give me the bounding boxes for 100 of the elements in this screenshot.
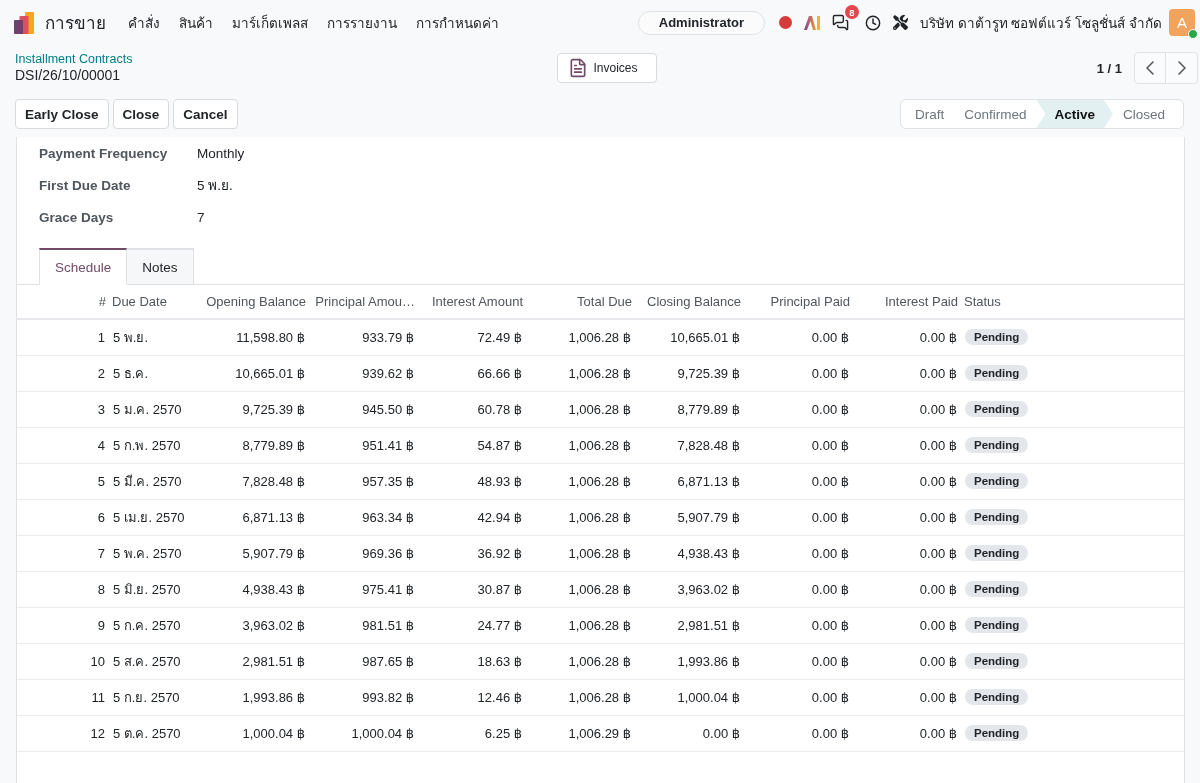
ai-logo-icon[interactable] [804, 15, 820, 30]
table-cell: 6,871.13 ฿ [635, 463, 744, 499]
column-header[interactable]: Interest Amount [418, 285, 526, 319]
table-cell: 9,725.39 ฿ [201, 391, 309, 427]
status-badge: Pending [965, 689, 1029, 705]
table-cell: 0.00 ฿ [853, 499, 961, 535]
table-cell: 30.87 ฿ [418, 571, 526, 607]
app-name[interactable]: การขาย [45, 9, 106, 36]
table-cell: 12 [17, 715, 109, 751]
table-cell: 1,006.28 ฿ [526, 571, 635, 607]
column-header[interactable]: Opening Balance [201, 285, 309, 319]
table-cell: 5 พ.ค. 2570 [109, 535, 201, 571]
table-cell: 4,938.43 ฿ [201, 571, 309, 607]
clock-icon[interactable] [865, 14, 881, 31]
table-cell: 12.46 ฿ [418, 679, 526, 715]
field-value: Monthly [197, 145, 245, 161]
tab[interactable]: Schedule [39, 248, 128, 285]
table-cell: 0.00 ฿ [853, 715, 961, 751]
column-header[interactable]: # [17, 285, 109, 319]
table-cell: 2,981.51 ฿ [635, 607, 744, 643]
status-step[interactable]: Draft [904, 100, 955, 128]
table-cell: 7 [17, 535, 109, 571]
table-cell: 1,006.28 ฿ [526, 643, 635, 679]
table-cell: 951.41 ฿ [309, 427, 418, 463]
table-cell: 1,006.28 ฿ [526, 319, 635, 355]
chevron-left-icon [1146, 61, 1154, 75]
status-step[interactable]: Closed [1112, 100, 1175, 128]
table-cell: 0.00 ฿ [853, 607, 961, 643]
table-cell: 0.00 ฿ [744, 355, 853, 391]
table-cell: 5 [17, 463, 109, 499]
table-cell: 939.62 ฿ [309, 355, 418, 391]
table-cell: 0.00 ฿ [744, 499, 853, 535]
action-button[interactable]: Cancel [173, 99, 238, 129]
table-cell: 8,779.89 ฿ [635, 391, 744, 427]
table-cell: 0.00 ฿ [853, 535, 961, 571]
table-cell: 1,006.28 ฿ [526, 535, 635, 571]
column-header[interactable]: Principal Paid [744, 285, 853, 319]
status-badge: Pending [965, 473, 1029, 489]
column-header[interactable]: Principal Amou… [309, 285, 418, 319]
column-header[interactable]: Interest Paid [853, 285, 961, 319]
table-cell: 5 เม.ย. 2570 [109, 499, 201, 535]
table-cell: 42.94 ฿ [418, 499, 526, 535]
table-cell: 1,006.28 ฿ [526, 679, 635, 715]
table-cell: 0.00 ฿ [853, 463, 961, 499]
column-header[interactable]: Due Date [109, 285, 201, 319]
table-cell: 0.00 ฿ [744, 391, 853, 427]
table-cell: 0.00 ฿ [853, 679, 961, 715]
menu-item[interactable]: สินค้า [169, 11, 222, 34]
status-step[interactable]: Confirmed [954, 100, 1037, 128]
tab[interactable]: Notes [127, 248, 194, 285]
table-cell: 1,006.28 ฿ [526, 355, 635, 391]
table-cell: 4,938.43 ฿ [635, 535, 744, 571]
table-cell: 7,828.48 ฿ [635, 427, 744, 463]
table-cell: 5 มิ.ย. 2570 [109, 571, 201, 607]
column-header[interactable]: Closing Balance [635, 285, 744, 319]
app-logo-icon[interactable] [14, 11, 36, 34]
table-cell: 993.82 ฿ [309, 679, 418, 715]
chat-icon[interactable] [832, 14, 849, 31]
status-badge: Pending [965, 617, 1029, 633]
field-label: First Due Date [39, 177, 131, 193]
table-cell: 5 ธ.ค. [109, 355, 201, 391]
status-badge: Pending [965, 365, 1029, 381]
table-cell: 0.00 ฿ [853, 391, 961, 427]
table-cell: 4 [17, 427, 109, 463]
table-cell: 11 [17, 679, 109, 715]
tools-icon[interactable] [893, 15, 908, 30]
user-button[interactable]: Administrator [637, 10, 765, 35]
table-cell: 945.50 ฿ [309, 391, 418, 427]
table-cell: 0.00 ฿ [853, 427, 961, 463]
breadcrumb-link[interactable]: Installment Contracts [15, 52, 133, 67]
table-cell: 60.78 ฿ [418, 391, 526, 427]
table-cell: 0.00 ฿ [853, 355, 961, 391]
status-step[interactable]: Active [1036, 100, 1113, 128]
menu-item[interactable]: มาร์เก็ตเพลส [222, 11, 317, 34]
menu-item[interactable]: การรายงาน [317, 11, 406, 34]
field-value: 5 พ.ย. [197, 177, 233, 195]
table-cell: 8 [17, 571, 109, 607]
table-cell: 1,006.28 ฿ [526, 499, 635, 535]
menu-item[interactable]: คำสั่ง [118, 11, 169, 34]
table-cell: 5,907.79 ฿ [201, 535, 309, 571]
column-header[interactable]: Total Due [526, 285, 635, 319]
table-cell: 18.63 ฿ [418, 643, 526, 679]
table-cell: 8,779.89 ฿ [201, 427, 309, 463]
action-button[interactable]: Early Close [15, 99, 109, 129]
table-cell: 3,963.02 ฿ [635, 571, 744, 607]
action-button[interactable]: Close [112, 99, 170, 129]
table-cell: 0.00 ฿ [744, 463, 853, 499]
status-badge: Pending [965, 545, 1029, 561]
table-cell: 7,828.48 ฿ [201, 463, 309, 499]
invoices-button[interactable]: Invoices [556, 53, 657, 83]
menu-item[interactable]: การกำหนดค่า [406, 11, 508, 34]
company-name[interactable]: บริษัท ดาต้ารูท ซอฟต์แวร์ โซลูชั่นส์ จำกัด [920, 11, 1162, 34]
table-cell: 0.00 ฿ [853, 643, 961, 679]
table-cell: 5 ต.ค. 2570 [109, 715, 201, 751]
table-cell: 9 [17, 607, 109, 643]
table-cell: 9,725.39 ฿ [635, 355, 744, 391]
table-cell: 975.41 ฿ [309, 571, 418, 607]
column-header[interactable]: Status [961, 285, 1184, 319]
table-cell: 5 ส.ค. 2570 [109, 643, 201, 679]
dot-icon[interactable] [779, 16, 792, 29]
